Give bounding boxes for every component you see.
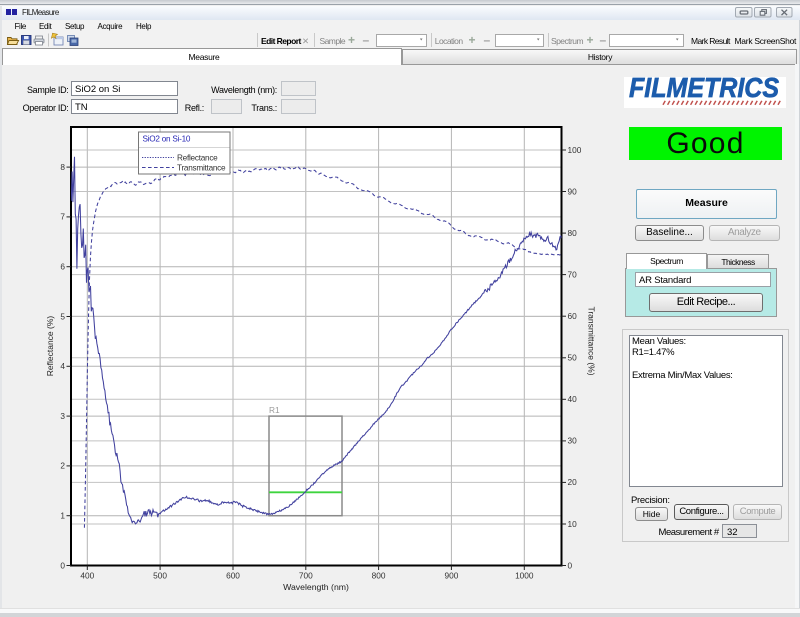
svg-text:900: 900 bbox=[444, 571, 458, 581]
svg-text:2: 2 bbox=[60, 461, 65, 471]
svg-text:SiO2 on Si-10: SiO2 on Si-10 bbox=[143, 135, 191, 144]
svg-text:1: 1 bbox=[60, 511, 65, 521]
svg-text:5: 5 bbox=[60, 311, 65, 321]
svg-text:700: 700 bbox=[299, 571, 313, 581]
svg-text:Reflectance (%): Reflectance (%) bbox=[45, 316, 55, 377]
svg-text:600: 600 bbox=[226, 571, 240, 581]
svg-text:Transmittance: Transmittance bbox=[177, 164, 226, 173]
svg-text:Reflectance: Reflectance bbox=[177, 154, 218, 163]
svg-text:400: 400 bbox=[80, 571, 94, 581]
svg-text:0: 0 bbox=[568, 560, 573, 570]
svg-text:7: 7 bbox=[60, 212, 65, 222]
svg-text:90: 90 bbox=[568, 186, 578, 196]
svg-text:6: 6 bbox=[60, 262, 65, 272]
svg-text:Wavelength (nm): Wavelength (nm) bbox=[283, 582, 349, 592]
svg-text:4: 4 bbox=[60, 361, 65, 371]
svg-text:1000: 1000 bbox=[515, 571, 534, 581]
svg-text:30: 30 bbox=[568, 436, 578, 446]
svg-text:40: 40 bbox=[568, 394, 578, 404]
svg-text:800: 800 bbox=[372, 571, 386, 581]
svg-text:0: 0 bbox=[60, 560, 65, 570]
svg-text:8: 8 bbox=[60, 162, 65, 172]
svg-text:80: 80 bbox=[568, 228, 578, 238]
svg-text:60: 60 bbox=[568, 311, 578, 321]
svg-text:100: 100 bbox=[568, 145, 582, 155]
svg-text:50: 50 bbox=[568, 353, 578, 363]
svg-text:Transmittance (%): Transmittance (%) bbox=[587, 306, 597, 375]
svg-text:500: 500 bbox=[153, 571, 167, 581]
svg-text:70: 70 bbox=[568, 269, 578, 279]
svg-text:10: 10 bbox=[568, 519, 578, 529]
svg-text:FILMETRICS: FILMETRICS bbox=[629, 72, 780, 103]
svg-text:R1: R1 bbox=[269, 405, 280, 415]
svg-text:3: 3 bbox=[60, 411, 65, 421]
svg-text:20: 20 bbox=[568, 477, 578, 487]
